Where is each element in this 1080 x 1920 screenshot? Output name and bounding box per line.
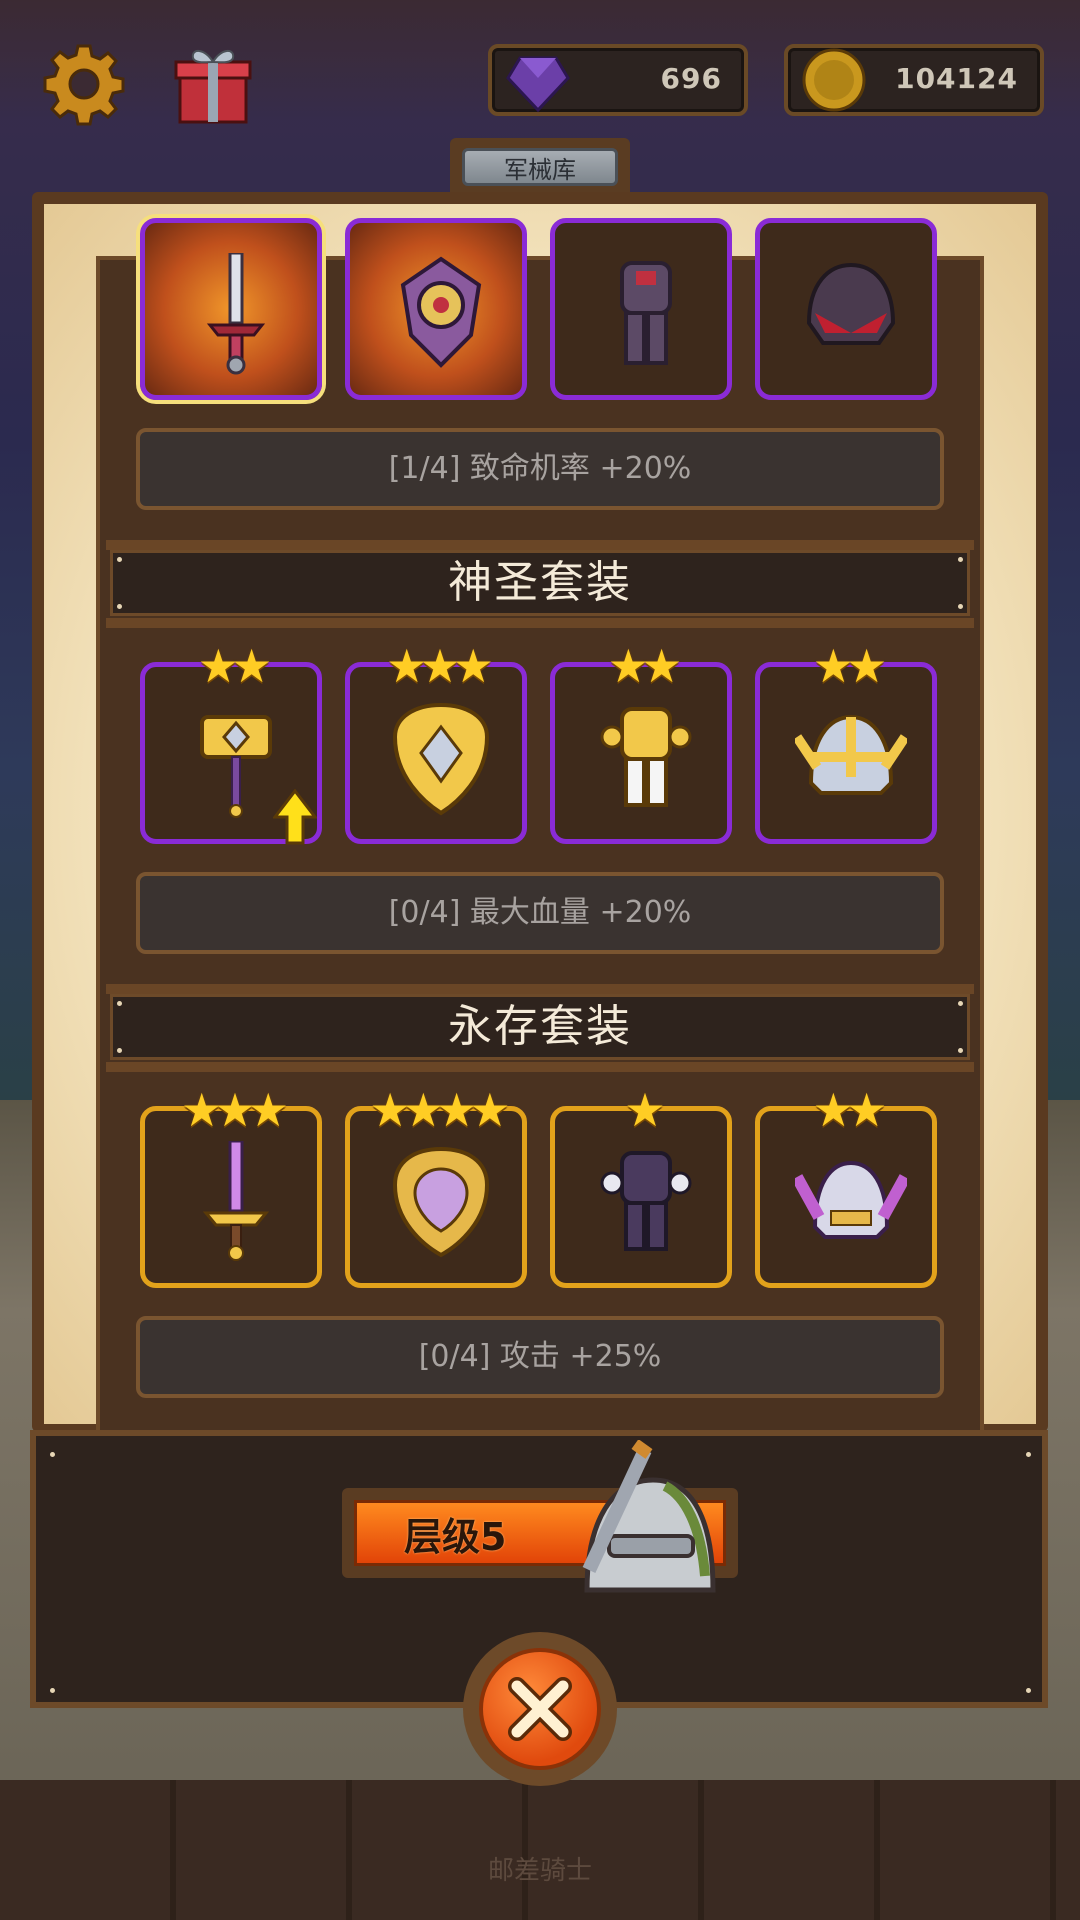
set2-bonus: [0/4] 最大血量 +20% xyxy=(136,872,944,954)
gem-counter: 696 xyxy=(488,44,748,116)
sword-icon xyxy=(206,253,266,375)
set1-slot-armor[interactable] xyxy=(550,218,732,400)
divider xyxy=(106,540,974,550)
star-rating: ★★ xyxy=(197,639,272,693)
divider xyxy=(106,984,974,994)
star-rating: ★★★★ xyxy=(369,1083,511,1137)
helmet-icon xyxy=(795,714,907,795)
set3-slot-shield[interactable]: ★★★★ xyxy=(345,1087,527,1288)
close-button[interactable] xyxy=(463,1632,617,1786)
armor-icon xyxy=(600,1151,692,1251)
shield-icon xyxy=(392,702,490,816)
set2-slot-shield[interactable]: ★★★ xyxy=(345,643,527,844)
star-rating: ★ xyxy=(624,1083,665,1137)
tab-armory-label: 军械库 xyxy=(462,148,618,186)
shield-icon xyxy=(400,256,482,368)
armor-icon xyxy=(620,261,672,365)
set2-title: 神圣套装 xyxy=(110,550,970,616)
coin-icon xyxy=(802,48,866,112)
set3-slot-weapon[interactable]: ★★★ xyxy=(140,1087,322,1288)
gift-icon[interactable] xyxy=(168,38,258,128)
set1-bonus: [1/4] 致命机率 +20% xyxy=(136,428,944,510)
knight-helmet-icon xyxy=(582,1440,716,1593)
set3-bonus: [0/4] 攻击 +25% xyxy=(136,1316,944,1398)
shield-icon xyxy=(392,1146,490,1258)
gem-count: 696 xyxy=(660,62,722,95)
armor-icon xyxy=(600,707,692,807)
close-icon xyxy=(508,1677,572,1741)
star-rating: ★★ xyxy=(812,639,887,693)
helmet-icon xyxy=(806,262,896,345)
star-rating: ★★★ xyxy=(181,1083,289,1137)
set2-slot-weapon[interactable]: ★★ xyxy=(140,643,322,845)
divider xyxy=(106,1062,974,1072)
set1-slot-weapon[interactable] xyxy=(140,218,322,400)
coin-counter: 104124 xyxy=(784,44,1044,116)
set2-slot-helmet[interactable]: ★★ xyxy=(755,643,937,844)
helmet-icon xyxy=(795,1160,907,1239)
star-rating: ★★★ xyxy=(386,639,494,693)
set3-slot-armor[interactable]: ★ xyxy=(550,1087,732,1288)
star-rating: ★★ xyxy=(607,639,682,693)
upgrade-arrow-icon xyxy=(273,789,317,845)
set3-slot-helmet[interactable]: ★★ xyxy=(755,1087,937,1288)
armory-tab[interactable]: 军械库 xyxy=(450,138,630,196)
gear-icon[interactable] xyxy=(42,42,126,126)
sword-icon xyxy=(202,1141,270,1261)
set1-slot-shield[interactable] xyxy=(345,218,527,400)
set2-slot-armor[interactable]: ★★ xyxy=(550,643,732,844)
footer-title: 邮差骑士 xyxy=(487,1856,592,1886)
set1-slot-helmet[interactable] xyxy=(755,218,937,400)
star-rating: ★★ xyxy=(812,1083,887,1137)
set3-title: 永存套装 xyxy=(110,994,970,1060)
divider xyxy=(106,618,974,628)
level-label: 层级5 xyxy=(404,1515,507,1559)
gem-icon xyxy=(506,56,570,113)
coin-count: 104124 xyxy=(895,62,1018,95)
